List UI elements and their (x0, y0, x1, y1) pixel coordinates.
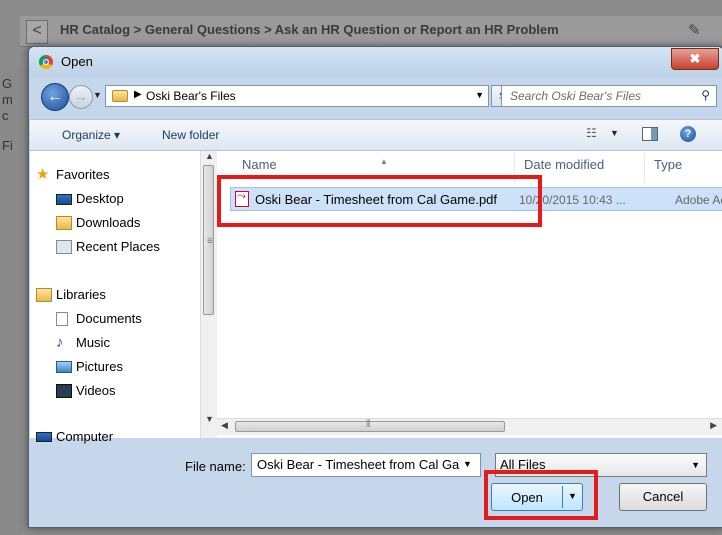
background-back-button[interactable]: < (26, 20, 48, 44)
scroll-up-icon[interactable]: ▲ (205, 151, 214, 161)
grip-icon: ⦀ (366, 419, 371, 430)
help-icon[interactable]: ? (680, 126, 696, 142)
folder-icon (112, 90, 128, 102)
search-input[interactable]: Search Oski Bear's Files ⚲ (501, 85, 717, 107)
music-icon: ♪ (56, 334, 64, 351)
file-name-input[interactable]: Oski Bear - Timesheet from Cal Ga (251, 453, 481, 477)
background-breadcrumb: HR Catalog > General Questions > Ask an … (60, 22, 559, 37)
column-header-date-modified[interactable]: Date modified (524, 157, 604, 172)
address-dropdown-icon[interactable]: ▼ (475, 90, 484, 100)
column-header-type[interactable]: Type (654, 157, 682, 172)
nav-label: Downloads (76, 215, 141, 230)
nav-label: Computer (56, 429, 114, 444)
pictures-icon (56, 361, 72, 373)
nav-label: Videos (76, 383, 116, 398)
background-text-fragment: Fi (2, 138, 13, 153)
highlight-file-row (217, 175, 542, 227)
cancel-button[interactable]: Cancel (619, 483, 707, 511)
nav-label: Libraries (56, 287, 106, 302)
downloads-icon (56, 216, 72, 230)
back-arrow-icon[interactable]: ← (41, 83, 69, 111)
chrome-icon (39, 55, 53, 69)
libraries-icon (36, 288, 52, 302)
background-text-fragment: G (2, 76, 13, 91)
sort-arrow-icon: ▲ (380, 157, 388, 166)
file-type: Adobe Ac (675, 193, 722, 207)
search-placeholder: Search Oski Bear's Files (510, 89, 641, 103)
column-divider[interactable] (644, 153, 645, 183)
dialog-title: Open (61, 54, 93, 69)
scroll-left-icon[interactable]: ◀ (221, 420, 228, 431)
nav-label: Music (76, 335, 110, 350)
column-header-name[interactable]: Name ▲ (242, 157, 388, 172)
nav-label: Recent Places (76, 239, 160, 254)
dialog-titlebar[interactable]: Open ✖ (29, 47, 722, 77)
file-name-dropdown-icon[interactable]: ▼ (463, 459, 472, 469)
view-options-icon[interactable]: ☷ (586, 126, 597, 140)
background-text-fragment: c (2, 108, 9, 123)
recent-places-icon (56, 240, 72, 254)
scroll-thumb[interactable]: ≡ (203, 165, 214, 315)
view-dropdown-icon[interactable]: ▼ (610, 128, 619, 138)
navigation-pane: ★ Favorites Desktop Downloads Recent Pla… (30, 151, 217, 444)
highlight-open-button (484, 470, 598, 520)
address-row: ← → ▼ ▶ Oski Bear's Files ▼ ⇆ Search Osk… (29, 77, 722, 113)
dialog-toolbar: Organize ▾ New folder ☷ ▼ ? (30, 119, 722, 151)
background-sidebar: G m c Fi (0, 66, 22, 535)
horizontal-scrollbar[interactable]: ◀ ⦀ ▶ (217, 418, 722, 435)
organize-button[interactable]: Organize ▾ (62, 128, 120, 142)
close-button[interactable]: ✖ (671, 48, 719, 70)
desktop-icon (56, 194, 72, 205)
breadcrumb-arrow-icon[interactable]: ▶ (134, 89, 142, 100)
nav-label: Pictures (76, 359, 123, 374)
chevron-down-icon[interactable]: ▼ (691, 454, 700, 476)
grip-icon: ≡ (207, 236, 213, 247)
nav-vertical-scrollbar[interactable]: ▲ ≡ ▼ (200, 151, 217, 438)
nav-label: Documents (76, 311, 142, 326)
search-icon[interactable]: ⚲ (701, 88, 710, 102)
history-dropdown-icon[interactable]: ▼ (93, 90, 102, 100)
address-bar[interactable]: ▶ Oski Bear's Files ▼ (105, 85, 489, 107)
scroll-down-icon[interactable]: ▼ (205, 414, 214, 424)
nav-label: Desktop (76, 191, 124, 206)
scroll-thumb[interactable]: ⦀ (235, 419, 505, 432)
paperclip-icon[interactable]: ✎ (688, 21, 701, 39)
file-name-label: File name: (185, 459, 246, 474)
documents-icon (56, 312, 68, 326)
videos-icon (56, 384, 72, 398)
column-label: Name (242, 157, 277, 172)
nav-label: Favorites (56, 167, 110, 182)
scroll-right-icon[interactable]: ▶ (710, 420, 717, 431)
star-icon: ★ (36, 166, 50, 183)
forward-arrow-icon[interactable]: → (69, 85, 93, 109)
background-text-fragment: m (2, 92, 13, 107)
preview-pane-icon[interactable] (642, 127, 658, 141)
new-folder-button[interactable]: New folder (162, 128, 219, 142)
address-crumb[interactable]: Oski Bear's Files (146, 89, 236, 103)
computer-icon (36, 432, 52, 442)
open-file-dialog: Open ✖ ← → ▼ ▶ Oski Bear's Files ▼ ⇆ Sea… (28, 46, 722, 528)
